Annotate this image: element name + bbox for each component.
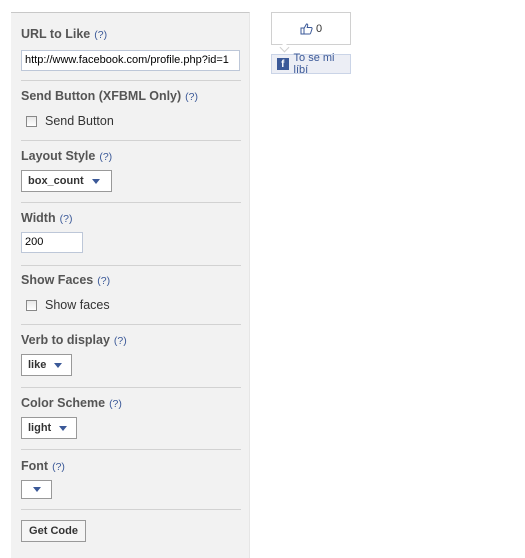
color-scheme-section: Color Scheme (?) light xyxy=(21,395,241,439)
help-link[interactable]: (?) xyxy=(97,275,110,287)
color-scheme-value: light xyxy=(28,422,52,434)
send-button-option[interactable]: Send Button xyxy=(21,113,241,129)
font-select[interactable] xyxy=(21,480,52,499)
like-count-box: 0 xyxy=(271,12,351,45)
layout-style-label: Layout Style (?) xyxy=(21,149,113,163)
divider xyxy=(21,449,241,450)
show-faces-section: Show Faces (?) Show faces xyxy=(21,272,241,313)
facebook-logo-icon: f xyxy=(277,58,289,70)
verb-select[interactable]: like xyxy=(21,354,72,376)
help-link[interactable]: (?) xyxy=(94,29,107,41)
thumbs-up-icon xyxy=(300,22,313,35)
settings-panel: URL to Like (?) http://www.facebook.com/p… xyxy=(11,12,250,558)
help-link[interactable]: (?) xyxy=(109,398,122,410)
get-code-button[interactable]: Get Code xyxy=(21,520,86,542)
help-link[interactable]: (?) xyxy=(99,151,112,163)
verb-label: Verb to display (?) xyxy=(21,333,127,347)
show-faces-option[interactable]: Show faces xyxy=(21,297,241,313)
layout-style-section: Layout Style (?) box_count xyxy=(21,148,241,192)
chevron-down-icon xyxy=(54,362,63,368)
divider xyxy=(21,265,241,266)
color-scheme-select[interactable]: light xyxy=(21,417,77,439)
url-input[interactable]: http://www.facebook.com/profile.php?id=1 xyxy=(21,50,240,71)
divider xyxy=(21,509,241,510)
verb-section: Verb to display (?) like xyxy=(21,332,241,376)
divider xyxy=(21,324,241,325)
divider xyxy=(21,387,241,388)
like-button-label: To se mi líbí xyxy=(293,52,335,76)
help-link[interactable]: (?) xyxy=(60,213,73,225)
font-label: Font (?) xyxy=(21,459,65,473)
chevron-down-icon xyxy=(91,178,100,184)
layout-style-select[interactable]: box_count xyxy=(21,170,112,192)
layout-style-value: box_count xyxy=(28,175,84,187)
send-button-label: Send Button (XFBML Only) (?) xyxy=(21,89,199,103)
chevron-down-icon xyxy=(33,487,41,492)
width-section: Width (?) 200 xyxy=(21,210,241,253)
url-section: URL to Like (?) http://www.facebook.com/p… xyxy=(21,26,241,71)
help-link[interactable]: (?) xyxy=(114,335,127,347)
send-button-checkbox-label: Send Button xyxy=(45,114,114,128)
divider xyxy=(21,140,241,141)
like-count: 0 xyxy=(315,22,323,35)
show-faces-label: Show Faces (?) xyxy=(21,273,111,287)
send-button-section: Send Button (XFBML Only) (?) Send Button xyxy=(21,88,241,129)
width-input[interactable]: 200 xyxy=(21,232,83,253)
help-link[interactable]: (?) xyxy=(52,461,65,473)
send-button-checkbox[interactable] xyxy=(26,115,37,127)
divider xyxy=(21,80,241,81)
color-scheme-label: Color Scheme (?) xyxy=(21,396,122,410)
show-faces-checkbox-label: Show faces xyxy=(45,298,110,312)
chevron-down-icon xyxy=(59,425,68,431)
width-label: Width (?) xyxy=(21,211,73,225)
url-label: URL to Like (?) xyxy=(21,27,108,41)
help-link[interactable]: (?) xyxy=(185,91,198,103)
divider xyxy=(21,202,241,203)
like-button[interactable]: f To se mi líbí xyxy=(271,52,351,76)
verb-value: like xyxy=(28,359,47,371)
font-section: Font (?) xyxy=(21,458,241,499)
show-faces-checkbox[interactable] xyxy=(26,299,37,311)
